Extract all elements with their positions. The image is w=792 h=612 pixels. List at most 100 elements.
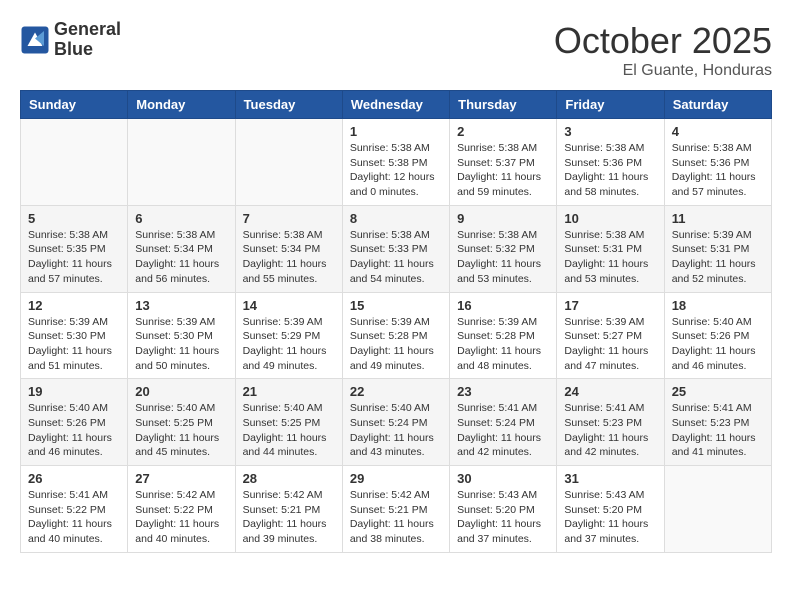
calendar-cell: 30 Sunrise: 5:43 AM Sunset: 5:20 PM Dayli… [450, 466, 557, 553]
location-subtitle: El Guante, Honduras [554, 62, 772, 80]
day-number: 17 [564, 298, 656, 313]
logo-line2: Blue [54, 40, 121, 60]
day-number: 25 [672, 384, 764, 399]
calendar-cell: 7 Sunrise: 5:38 AM Sunset: 5:34 PM Daylig… [235, 205, 342, 292]
day-number: 29 [350, 471, 442, 486]
day-info: Sunrise: 5:40 AM Sunset: 5:26 PM Dayligh… [28, 401, 120, 460]
day-number: 6 [135, 211, 227, 226]
day-info: Sunrise: 5:41 AM Sunset: 5:22 PM Dayligh… [28, 488, 120, 547]
calendar-week-row: 12 Sunrise: 5:39 AM Sunset: 5:30 PM Dayli… [21, 292, 772, 379]
calendar-cell: 14 Sunrise: 5:39 AM Sunset: 5:29 PM Dayli… [235, 292, 342, 379]
day-info: Sunrise: 5:39 AM Sunset: 5:29 PM Dayligh… [243, 315, 335, 374]
calendar-cell: 26 Sunrise: 5:41 AM Sunset: 5:22 PM Dayli… [21, 466, 128, 553]
calendar-week-row: 19 Sunrise: 5:40 AM Sunset: 5:26 PM Dayli… [21, 379, 772, 466]
calendar-cell: 24 Sunrise: 5:41 AM Sunset: 5:23 PM Dayli… [557, 379, 664, 466]
day-info: Sunrise: 5:38 AM Sunset: 5:37 PM Dayligh… [457, 141, 549, 200]
day-number: 9 [457, 211, 549, 226]
day-info: Sunrise: 5:43 AM Sunset: 5:20 PM Dayligh… [564, 488, 656, 547]
day-number: 27 [135, 471, 227, 486]
calendar-cell: 21Sunrise: 5:40 AM Sunset: 5:25 PM Dayli… [235, 379, 342, 466]
calendar-cell [21, 119, 128, 206]
day-info: Sunrise: 5:40 AM Sunset: 5:26 PM Dayligh… [672, 315, 764, 374]
day-number: 15 [350, 298, 442, 313]
calendar-cell: 13 Sunrise: 5:39 AM Sunset: 5:30 PM Dayli… [128, 292, 235, 379]
weekday-header: Saturday [664, 91, 771, 119]
day-info: Sunrise: 5:43 AM Sunset: 5:20 PM Dayligh… [457, 488, 549, 547]
day-info: Sunrise: 5:39 AM Sunset: 5:27 PM Dayligh… [564, 315, 656, 374]
day-number: 14 [243, 298, 335, 313]
calendar-cell: 25Sunrise: 5:41 AM Sunset: 5:23 PM Dayli… [664, 379, 771, 466]
calendar-cell: 10Sunrise: 5:38 AM Sunset: 5:31 PM Dayli… [557, 205, 664, 292]
day-number: 4 [672, 124, 764, 139]
logo-icon [20, 25, 50, 55]
calendar-cell: 27 Sunrise: 5:42 AM Sunset: 5:22 PM Dayli… [128, 466, 235, 553]
weekday-header: Tuesday [235, 91, 342, 119]
calendar-cell: 6 Sunrise: 5:38 AM Sunset: 5:34 PM Daylig… [128, 205, 235, 292]
calendar-cell: 18 Sunrise: 5:40 AM Sunset: 5:26 PM Dayli… [664, 292, 771, 379]
day-info: Sunrise: 5:38 AM Sunset: 5:38 PM Dayligh… [350, 141, 442, 200]
day-info: Sunrise: 5:40 AM Sunset: 5:25 PM Dayligh… [135, 401, 227, 460]
day-info: Sunrise: 5:42 AM Sunset: 5:21 PM Dayligh… [350, 488, 442, 547]
day-info: Sunrise: 5:40 AM Sunset: 5:24 PM Dayligh… [350, 401, 442, 460]
day-info: Sunrise: 5:39 AM Sunset: 5:28 PM Dayligh… [350, 315, 442, 374]
calendar-cell: 28 Sunrise: 5:42 AM Sunset: 5:21 PM Dayli… [235, 466, 342, 553]
day-number: 2 [457, 124, 549, 139]
day-number: 23 [457, 384, 549, 399]
day-info: Sunrise: 5:39 AM Sunset: 5:31 PM Dayligh… [672, 228, 764, 287]
day-info: Sunrise: 5:41 AM Sunset: 5:23 PM Dayligh… [564, 401, 656, 460]
calendar-week-row: 26 Sunrise: 5:41 AM Sunset: 5:22 PM Dayli… [21, 466, 772, 553]
day-info: Sunrise: 5:39 AM Sunset: 5:30 PM Dayligh… [28, 315, 120, 374]
day-number: 20 [135, 384, 227, 399]
calendar-cell: 8Sunrise: 5:38 AM Sunset: 5:33 PM Daylig… [342, 205, 449, 292]
title-area: October 2025 El Guante, Honduras [554, 20, 772, 80]
day-number: 7 [243, 211, 335, 226]
day-info: Sunrise: 5:38 AM Sunset: 5:34 PM Dayligh… [243, 228, 335, 287]
day-number: 5 [28, 211, 120, 226]
day-info: Sunrise: 5:38 AM Sunset: 5:32 PM Dayligh… [457, 228, 549, 287]
calendar-cell: 15 Sunrise: 5:39 AM Sunset: 5:28 PM Dayli… [342, 292, 449, 379]
day-number: 21 [243, 384, 335, 399]
weekday-header: Monday [128, 91, 235, 119]
calendar-cell: 23Sunrise: 5:41 AM Sunset: 5:24 PM Dayli… [450, 379, 557, 466]
logo-text: General Blue [54, 20, 121, 60]
calendar-cell: 9 Sunrise: 5:38 AM Sunset: 5:32 PM Daylig… [450, 205, 557, 292]
calendar-week-row: 1 Sunrise: 5:38 AM Sunset: 5:38 PM Daylig… [21, 119, 772, 206]
day-number: 19 [28, 384, 120, 399]
day-number: 28 [243, 471, 335, 486]
day-number: 1 [350, 124, 442, 139]
calendar-cell: 20 Sunrise: 5:40 AM Sunset: 5:25 PM Dayli… [128, 379, 235, 466]
day-number: 26 [28, 471, 120, 486]
calendar-cell: 17 Sunrise: 5:39 AM Sunset: 5:27 PM Dayli… [557, 292, 664, 379]
day-number: 18 [672, 298, 764, 313]
day-info: Sunrise: 5:38 AM Sunset: 5:36 PM Dayligh… [672, 141, 764, 200]
day-info: Sunrise: 5:38 AM Sunset: 5:34 PM Dayligh… [135, 228, 227, 287]
day-number: 13 [135, 298, 227, 313]
calendar-cell: 2 Sunrise: 5:38 AM Sunset: 5:37 PM Daylig… [450, 119, 557, 206]
day-info: Sunrise: 5:38 AM Sunset: 5:36 PM Dayligh… [564, 141, 656, 200]
day-number: 31 [564, 471, 656, 486]
logo: General Blue [20, 20, 121, 60]
day-info: Sunrise: 5:38 AM Sunset: 5:35 PM Dayligh… [28, 228, 120, 287]
day-number: 12 [28, 298, 120, 313]
weekday-header: Wednesday [342, 91, 449, 119]
calendar-table: SundayMondayTuesdayWednesdayThursdayFrid… [20, 90, 772, 553]
day-number: 30 [457, 471, 549, 486]
weekday-header: Thursday [450, 91, 557, 119]
calendar-cell: 4 Sunrise: 5:38 AM Sunset: 5:36 PM Daylig… [664, 119, 771, 206]
day-number: 8 [350, 211, 442, 226]
day-info: Sunrise: 5:39 AM Sunset: 5:28 PM Dayligh… [457, 315, 549, 374]
calendar-cell: 11 Sunrise: 5:39 AM Sunset: 5:31 PM Dayli… [664, 205, 771, 292]
calendar-cell: 5 Sunrise: 5:38 AM Sunset: 5:35 PM Daylig… [21, 205, 128, 292]
weekday-header: Friday [557, 91, 664, 119]
weekday-header-row: SundayMondayTuesdayWednesdayThursdayFrid… [21, 91, 772, 119]
day-number: 11 [672, 211, 764, 226]
calendar-cell: 16Sunrise: 5:39 AM Sunset: 5:28 PM Dayli… [450, 292, 557, 379]
day-info: Sunrise: 5:42 AM Sunset: 5:22 PM Dayligh… [135, 488, 227, 547]
weekday-header: Sunday [21, 91, 128, 119]
day-number: 10 [564, 211, 656, 226]
day-number: 3 [564, 124, 656, 139]
day-number: 24 [564, 384, 656, 399]
day-info: Sunrise: 5:42 AM Sunset: 5:21 PM Dayligh… [243, 488, 335, 547]
calendar-cell: 31 Sunrise: 5:43 AM Sunset: 5:20 PM Dayli… [557, 466, 664, 553]
day-info: Sunrise: 5:39 AM Sunset: 5:30 PM Dayligh… [135, 315, 227, 374]
